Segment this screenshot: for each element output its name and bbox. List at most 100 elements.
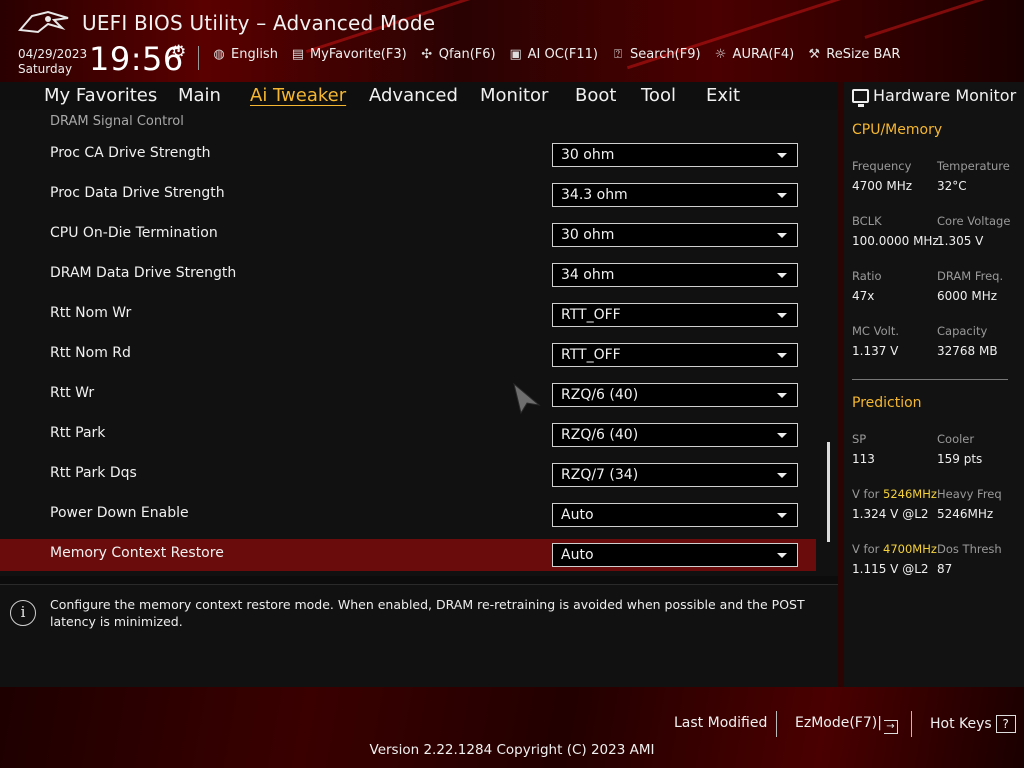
myfavorite-label: MyFavorite(F3)	[309, 47, 407, 62]
cpu-memory-title: CPU/Memory	[852, 122, 943, 138]
tab-exit[interactable]: Exit	[706, 85, 740, 106]
temperature-value: 32°C	[937, 179, 967, 193]
tab-my-favorites[interactable]: My Favorites	[44, 85, 157, 106]
chip-icon: ▣	[509, 47, 522, 62]
dropdown-value: Auto	[561, 547, 594, 563]
tab-tool[interactable]: Tool	[641, 85, 676, 106]
monitor-icon	[852, 88, 869, 107]
setting-dropdown[interactable]: RTT_OFF	[552, 303, 798, 327]
core-voltage-label: Core Voltage	[937, 214, 1011, 228]
setting-dropdown[interactable]: 30 ohm	[552, 223, 798, 247]
tab-advanced[interactable]: Advanced	[369, 85, 458, 106]
caret-down-icon	[777, 313, 787, 318]
setting-label: Rtt Wr	[50, 385, 95, 401]
date-display: 04/29/2023 Saturday	[18, 47, 87, 77]
caret-down-icon	[777, 233, 787, 238]
language-label: English	[231, 47, 278, 62]
hot-keys-button[interactable]: Hot Keys?	[930, 715, 1016, 733]
frequency-label: Frequency	[852, 159, 912, 173]
setting-dropdown[interactable]: RZQ/6 (40)	[552, 383, 798, 407]
section-title: DRAM Signal Control	[50, 114, 184, 129]
tab-boot[interactable]: Boot	[575, 85, 616, 106]
info-icon: i	[10, 600, 36, 626]
dropdown-value: RTT_OFF	[561, 347, 621, 363]
footer-divider	[776, 711, 777, 737]
caret-down-icon	[777, 193, 787, 198]
setting-label: Proc CA Drive Strength	[50, 145, 211, 161]
header-divider	[198, 46, 199, 70]
resize-bar-icon: ⚒	[808, 47, 821, 62]
dropdown-value: 30 ohm	[561, 227, 615, 243]
setting-dropdown[interactable]: 30 ohm	[552, 143, 798, 167]
setting-row[interactable]: Proc CA Drive Strength 30 ohm	[0, 139, 816, 171]
tab-main[interactable]: Main	[178, 85, 221, 106]
dos-thresh-value: 87	[937, 562, 953, 576]
setting-row-selected[interactable]: Memory Context Restore Auto	[0, 539, 816, 571]
help-text: Configure the memory context restore mod…	[50, 597, 805, 629]
qfan-button[interactable]: ✣ Qfan(F6)	[418, 47, 496, 62]
setting-dropdown[interactable]: RZQ/7 (34)	[552, 463, 798, 487]
dropdown-value: RZQ/6 (40)	[561, 427, 639, 443]
hw-divider	[852, 379, 1008, 380]
search-label: Search(F9)	[629, 47, 701, 62]
setting-dropdown[interactable]: Auto	[552, 503, 798, 527]
mc-volt-label: MC Volt.	[852, 324, 899, 338]
footer-divider	[911, 711, 912, 737]
setting-label: Rtt Nom Wr	[50, 305, 132, 321]
settings-gear-icon[interactable]: ⚙	[171, 42, 186, 62]
prediction-title: Prediction	[852, 395, 922, 411]
favorite-icon: ▤	[291, 47, 305, 62]
tab-ai-tweaker[interactable]: Ai Tweaker	[250, 85, 346, 106]
hardware-monitor-title: Hardware Monitor	[852, 86, 1016, 107]
v-for-4700-label: V for 4700MHz	[852, 542, 937, 556]
temperature-label: Temperature	[937, 159, 1010, 173]
setting-dropdown[interactable]: 34 ohm	[552, 263, 798, 287]
cooler-label: Cooler	[937, 432, 975, 446]
day-text: Saturday	[18, 62, 73, 76]
menu-bar: My Favorites Main Ai Tweaker Advanced Mo…	[0, 82, 838, 110]
v-for-prefix: V for	[852, 542, 883, 556]
date-text: 04/29/2023	[18, 47, 88, 61]
setting-dropdown[interactable]: Auto	[552, 543, 798, 567]
setting-row[interactable]: Rtt Wr RZQ/6 (40)	[0, 379, 816, 411]
setting-row[interactable]: DRAM Data Drive Strength 34 ohm	[0, 259, 816, 291]
setting-row[interactable]: Rtt Park Dqs RZQ/7 (34)	[0, 459, 816, 491]
app-title: UEFI BIOS Utility – Advanced Mode	[82, 11, 436, 35]
last-modified-button[interactable]: Last Modified	[674, 715, 767, 731]
help-panel: i Configure the memory context restore m…	[0, 584, 838, 687]
setting-label: Proc Data Drive Strength	[50, 185, 225, 201]
ezmode-button[interactable]: EzMode(F7)| →	[795, 715, 898, 734]
setting-row[interactable]: Power Down Enable Auto	[0, 499, 816, 531]
myfavorite-button[interactable]: ▤ MyFavorite(F3)	[289, 47, 407, 62]
sp-value: 113	[852, 452, 875, 466]
dram-freq-label: DRAM Freq.	[937, 269, 1004, 283]
clock-time: 19:56	[89, 40, 184, 78]
version-text: Version 2.22.1284 Copyright (C) 2023 AMI	[369, 742, 655, 758]
scrollbar[interactable]	[827, 442, 830, 542]
setting-dropdown[interactable]: 34.3 ohm	[552, 183, 798, 207]
setting-row[interactable]: Proc Data Drive Strength 34.3 ohm	[0, 179, 816, 211]
capacity-label: Capacity	[937, 324, 988, 338]
qfan-label: Qfan(F6)	[438, 47, 496, 62]
bclk-value: 100.0000 MHz	[852, 234, 939, 248]
setting-dropdown[interactable]: RTT_OFF	[552, 343, 798, 367]
setting-row[interactable]: Rtt Nom Rd RTT_OFF	[0, 339, 816, 371]
setting-row[interactable]: CPU On-Die Termination 30 ohm	[0, 219, 816, 251]
language-button[interactable]: ◍ English	[210, 47, 278, 62]
aura-button[interactable]: ☼ AURA(F4)	[712, 47, 795, 62]
footer-bar: Last Modified EzMode(F7)| → Hot Keys? Ver…	[0, 687, 1024, 768]
rog-logo	[18, 10, 69, 34]
ai-oc-button[interactable]: ▣ AI OC(F11)	[507, 47, 598, 62]
frequency-value: 4700 MHz	[852, 179, 913, 193]
toolbar: ◍ English ▤ MyFavorite(F3) ✣ Qfan(F6) ▣ …	[210, 47, 911, 62]
mouse-pointer-icon	[513, 383, 541, 415]
search-button[interactable]: ⍰ Search(F9)	[609, 47, 701, 62]
v-for-4700-value: 1.115 V @L2	[852, 562, 929, 576]
resize-bar-button[interactable]: ⚒ ReSize BAR	[805, 47, 900, 62]
setting-row[interactable]: Rtt Park RZQ/6 (40)	[0, 419, 816, 451]
tab-monitor[interactable]: Monitor	[480, 85, 548, 106]
setting-dropdown[interactable]: RZQ/6 (40)	[552, 423, 798, 447]
bclk-label: BCLK	[852, 214, 882, 228]
setting-row[interactable]: Rtt Nom Wr RTT_OFF	[0, 299, 816, 331]
caret-down-icon	[777, 353, 787, 358]
